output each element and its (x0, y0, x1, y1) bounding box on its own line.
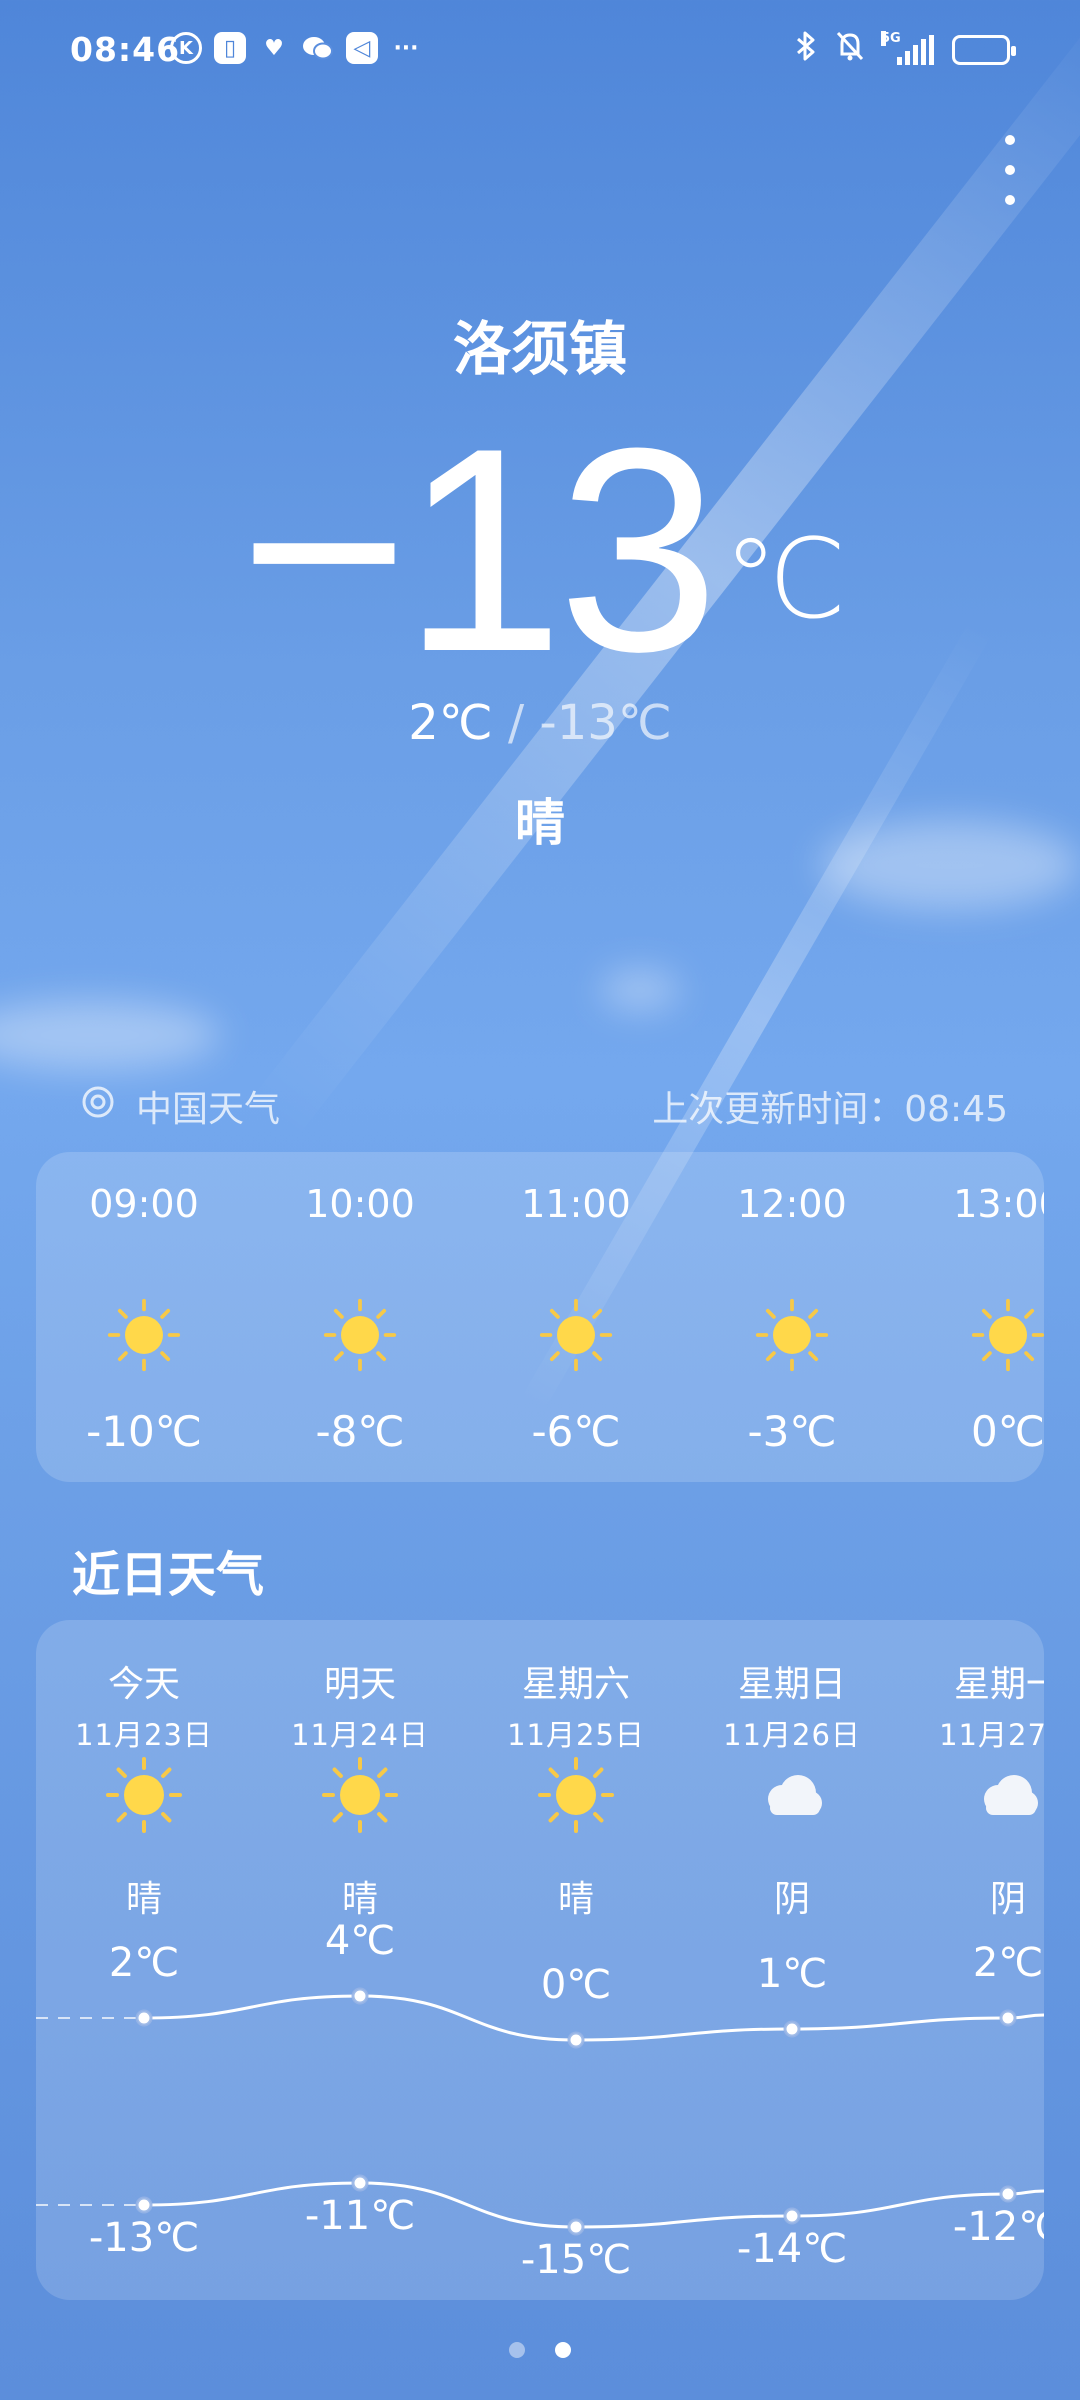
high-temp-point (567, 2031, 585, 2049)
page-indicator (0, 2342, 1080, 2358)
current-condition: 晴 (515, 794, 565, 852)
high-temp-label: 2℃ (972, 1940, 1044, 1986)
hourly-time: 09:00 (89, 1182, 199, 1226)
daily-forecast[interactable]: 今天 11月23日 晴明天 11月24日 晴星期六 11月25日 晴星期日 11… (36, 1620, 1044, 2300)
high-temp-label: 4℃ (324, 1918, 396, 1964)
today-high: 2℃ (408, 695, 493, 751)
sun-icon (754, 1297, 830, 1373)
heart-icon: ♥ (264, 35, 284, 61)
sun-icon (538, 1297, 614, 1373)
low-temp-label: -15℃ (520, 2237, 632, 2283)
low-temp-label: -11℃ (304, 2193, 416, 2239)
last-updated: 上次更新时间：08:45 (652, 1089, 1008, 1130)
china-weather-logo-icon (78, 1082, 118, 1131)
high-temp-point (135, 2009, 153, 2027)
mute-icon (835, 30, 865, 70)
notification-icons: K ▯ ♥ ◁ ··· (170, 32, 422, 64)
source-name: 中国天气 (136, 1089, 281, 1130)
low-temp-label: -14℃ (736, 2226, 848, 2272)
page-dot[interactable] (509, 2342, 525, 2358)
app-icon-2: ◁ (346, 32, 378, 64)
high-temp-label: 2℃ (108, 1940, 180, 1986)
more-menu-button[interactable] (1000, 135, 1020, 205)
hourly-temp: -6℃ (531, 1407, 621, 1456)
hourly-time: 10:00 (305, 1182, 415, 1226)
low-temp-point (135, 2196, 153, 2214)
hourly-temp: -10℃ (86, 1407, 202, 1456)
hourly-time: 11:00 (521, 1182, 631, 1226)
page-dot[interactable] (555, 2342, 571, 2358)
high-low-temperature: 2℃ / -13℃ (0, 695, 1080, 751)
hourly-forecast[interactable]: 09:00 -10℃ 10:00 -8℃ 11:00 -6℃ 12:00 -3℃ 13:… (36, 1152, 1044, 1482)
high-temp-label: 1℃ (756, 1951, 828, 1997)
current-temperature: −13℃ (0, 400, 1080, 700)
daily-forecast-title: 近日天气 (72, 1547, 265, 1603)
k-app-icon: K (170, 32, 202, 64)
today-low: -13℃ (539, 695, 672, 751)
sun-icon (970, 1297, 1044, 1373)
status-bar: 08:46 K ▯ ♥ ◁ ··· 5G (0, 0, 1080, 100)
hourly-temp: -8℃ (315, 1407, 405, 1456)
high-temp-point (999, 2009, 1017, 2027)
bluetooth-icon (795, 30, 817, 70)
system-status-icons: 5G (795, 30, 1016, 70)
low-temp-point (999, 2185, 1017, 2203)
low-temp-label: -13℃ (88, 2215, 200, 2261)
hourly-temp: 0℃ (971, 1407, 1044, 1456)
hourly-time: 12:00 (737, 1182, 847, 1226)
temperature-unit: ℃ (723, 518, 847, 641)
low-temp-point (567, 2218, 585, 2236)
data-source[interactable]: 中国天气 (78, 1080, 280, 1132)
hourly-temp: -3℃ (747, 1407, 837, 1456)
sun-icon (322, 1297, 398, 1373)
high-low-separator: / (507, 695, 525, 751)
high-temp-point (351, 1987, 369, 2005)
low-temp-point (351, 2174, 369, 2192)
hourly-time: 13:00 (953, 1182, 1044, 1226)
temperature-value: −13 (239, 388, 719, 712)
sun-icon (106, 1297, 182, 1373)
city-name[interactable]: 洛须镇 (0, 302, 1080, 386)
app-icon: ▯ (214, 32, 246, 64)
high-temp-point (783, 2020, 801, 2038)
5g-signal-icon: 5G (881, 31, 934, 65)
more-dots-icon: ··· (393, 35, 419, 61)
low-temp-label: -12℃ (952, 2204, 1044, 2250)
high-temp-label: 0℃ (540, 1962, 612, 2008)
status-time: 08:46 (70, 30, 181, 69)
low-temp-point (783, 2207, 801, 2225)
wechat-icon (302, 32, 334, 64)
battery-icon (952, 35, 1016, 65)
